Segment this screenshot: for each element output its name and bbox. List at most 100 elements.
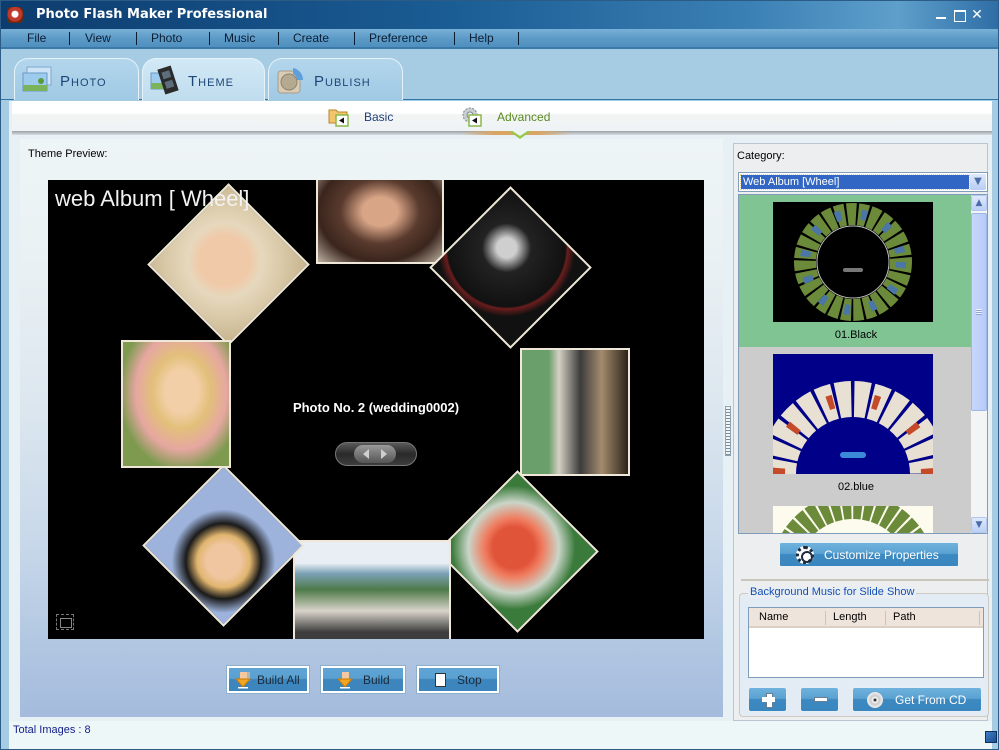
add-music-button[interactable] [748, 687, 787, 712]
get-from-cd-label: Get From CD [895, 693, 967, 707]
menu-view[interactable]: View [83, 31, 113, 45]
sub-tab-bar: Basic Advanced [12, 101, 992, 131]
menu-separator [69, 32, 70, 45]
stop-icon [435, 673, 446, 687]
theme-thumbnail-list: 01.Black 02.blue ▲ ▼ [738, 194, 988, 534]
tab-theme[interactable]: Theme [142, 58, 265, 101]
plus-icon [762, 693, 775, 708]
music-list-table[interactable]: Name Length Path [748, 607, 984, 678]
menu-help[interactable]: Help [467, 31, 496, 45]
build-button[interactable]: Build [321, 666, 405, 693]
minus-icon [814, 697, 828, 702]
menu-preference[interactable]: Preference [367, 31, 430, 45]
menu-separator [454, 32, 455, 45]
stage-title: web Album [ Wheel] [55, 186, 250, 211]
title-bar: Photo Flash Maker Professional ✕ [1, 1, 998, 29]
film-icon [150, 65, 179, 95]
get-from-cd-button[interactable]: Get From CD [852, 687, 982, 712]
prev-arrow-icon[interactable] [363, 449, 369, 459]
wheel-photo[interactable] [142, 464, 305, 627]
menu-music[interactable]: Music [222, 31, 257, 45]
folder-icon [328, 109, 349, 127]
column-divider[interactable] [825, 611, 826, 625]
build-all-label: Build All [257, 673, 300, 687]
tab-theme-label: Theme [188, 73, 234, 90]
menu-create[interactable]: Create [291, 31, 331, 45]
nav-knob[interactable] [354, 445, 396, 463]
build-all-button[interactable]: Build All [227, 666, 309, 693]
theme-preview-label: Theme Preview: [28, 148, 108, 160]
photo-caption: Photo No. 2 (wedding0002) [292, 400, 460, 415]
menu-file[interactable]: File [25, 31, 48, 45]
wheel-photo[interactable] [436, 470, 599, 633]
column-header-path[interactable]: Path [893, 611, 916, 623]
stop-label: Stop [457, 673, 482, 687]
remove-music-button[interactable] [800, 687, 839, 712]
scrollbar-thumb[interactable] [971, 213, 987, 411]
photo-icon [22, 66, 52, 92]
cd-icon [867, 692, 883, 708]
column-divider[interactable] [885, 611, 886, 625]
column-header-name[interactable]: Name [759, 611, 788, 623]
wheel-photo[interactable] [429, 186, 592, 349]
app-window: Photo Flash Maker Professional ✕ File Vi… [0, 0, 999, 750]
subtab-basic[interactable]: Basic [328, 104, 428, 130]
tab-publish[interactable]: Publish [268, 58, 403, 100]
wheel-photo[interactable] [293, 540, 451, 639]
chevron-down-icon[interactable]: ▼ [970, 174, 986, 190]
tab-photo-label: Photo [60, 73, 107, 90]
build-label: Build [363, 673, 390, 687]
background-music-group: Background Music for Slide Show Name Len… [739, 586, 989, 717]
stop-button[interactable]: Stop [417, 666, 499, 693]
build-all-icon [235, 672, 252, 689]
thumbnail-list-scrollbar[interactable]: ▲ ▼ [971, 195, 987, 533]
app-logo-icon [7, 7, 23, 23]
subtab-advanced-label: Advanced [497, 110, 551, 124]
background-music-label: Background Music for Slide Show [748, 586, 917, 598]
menu-photo[interactable]: Photo [149, 31, 184, 45]
scroll-down-icon[interactable]: ▼ [971, 517, 987, 533]
customize-properties-button[interactable]: Customize Properties [779, 542, 959, 567]
tab-publish-label: Publish [314, 73, 371, 90]
tab-photo[interactable]: Photo [14, 58, 139, 100]
minimize-button[interactable] [933, 7, 949, 23]
column-header-length[interactable]: Length [833, 611, 867, 623]
next-arrow-icon[interactable] [381, 449, 387, 459]
theme-item-03[interactable] [739, 499, 973, 533]
category-select[interactable]: Web Album [Wheel] ▼ [738, 172, 988, 192]
divider [741, 579, 989, 581]
window-title: Photo Flash Maker Professional [36, 7, 268, 22]
wheel-photo[interactable] [316, 180, 444, 264]
status-bar: Total Images : 8 [9, 721, 992, 749]
menu-separator [354, 32, 355, 45]
theme-preview-stage[interactable]: web Album [ Wheel] Photo No. 2 (wedding0… [48, 180, 704, 639]
menu-separator [278, 32, 279, 45]
fullscreen-icon[interactable] [56, 614, 74, 630]
build-icon [337, 672, 354, 689]
theme-item-label: 01.Black [834, 329, 878, 341]
scroll-up-icon[interactable]: ▲ [971, 195, 987, 211]
menu-bar: File View Photo Music Create Preference … [1, 29, 998, 49]
theme-thumbnail [773, 354, 933, 474]
subtab-basic-label: Basic [364, 110, 394, 124]
category-selected-value: Web Album [Wheel] [740, 174, 970, 190]
theme-item-02-blue[interactable]: 02.blue [739, 347, 973, 499]
main-tab-strip: Photo Theme Publish [1, 51, 998, 101]
close-button[interactable]: ✕ [969, 7, 985, 23]
theme-thumbnail [773, 202, 933, 322]
column-divider[interactable] [979, 611, 980, 625]
subtab-advanced[interactable]: Advanced [461, 104, 581, 130]
menu-separator [518, 32, 519, 45]
customize-properties-label: Customize Properties [824, 548, 939, 562]
theme-item-label: 02.blue [837, 481, 875, 493]
theme-preview-pane: Theme Preview: web Album [ Wheel] Photo … [20, 139, 723, 717]
maximize-button[interactable] [951, 7, 967, 23]
menu-separator [136, 32, 137, 45]
theme-item-01-black[interactable]: 01.Black [739, 195, 973, 347]
music-table-header: Name Length Path [749, 608, 983, 628]
photo-nav-control[interactable] [335, 442, 417, 466]
resize-grip-icon[interactable] [985, 731, 997, 743]
pane-splitter-handle[interactable] [725, 406, 731, 456]
category-label: Category: [737, 150, 785, 162]
publish-icon [277, 68, 304, 94]
